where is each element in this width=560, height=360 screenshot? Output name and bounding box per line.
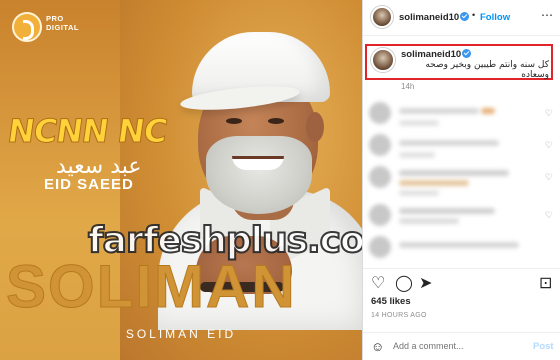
post-header: solimaneid10 • Follow ⋯ <box>363 0 560 36</box>
post-side-panel: solimaneid10 • Follow ⋯ solimaneid10 كل … <box>362 0 560 360</box>
instagram-post-view: PRO DIGITAL NCNN NC عبد سعيد EID SAEED f… <box>0 0 560 360</box>
comment-avatar <box>369 236 391 258</box>
save-icon[interactable]: ⊡ <box>539 273 552 293</box>
list-item: ♡ <box>369 166 555 196</box>
comment-like-icon[interactable]: ♡ <box>545 210 553 221</box>
share-icon[interactable]: ➤ <box>419 273 432 293</box>
comment-text-blurred <box>399 170 509 176</box>
comment-avatar <box>369 134 391 156</box>
emoji-icon[interactable]: ☺ <box>371 339 384 354</box>
comment-meta-blurred <box>399 152 435 158</box>
comment-text-blurred-2 <box>399 218 459 224</box>
image-headline: SOLIMAN <box>6 253 297 321</box>
brand-logo-icon <box>12 12 42 42</box>
post-button[interactable]: Post <box>533 341 554 352</box>
follow-button[interactable]: Follow <box>480 12 510 23</box>
caption-username[interactable]: solimaneid10 <box>401 49 461 60</box>
image-footer-name: SOLIMAN EID <box>125 327 237 341</box>
header-username[interactable]: solimaneid10 <box>399 12 459 23</box>
like-icon[interactable]: ♡ <box>371 273 385 293</box>
list-item: ♡ <box>369 204 555 234</box>
comment-input[interactable] <box>393 341 523 351</box>
artist-name-english: EID SAEED <box>44 176 134 193</box>
verified-badge-icon <box>460 12 469 21</box>
comment-like-icon[interactable]: ♡ <box>545 172 553 183</box>
caption-verified-badge-icon <box>462 49 471 58</box>
avatar[interactable] <box>371 6 393 28</box>
comment-text-blurred <box>399 140 499 146</box>
comment-emoji-blurred <box>481 108 495 114</box>
caption-avatar[interactable] <box>371 48 395 72</box>
comment-icon[interactable]: ◯ <box>395 273 413 293</box>
caption-time: 14h <box>401 82 415 91</box>
comment-text-blurred <box>399 242 519 248</box>
more-options-icon[interactable]: ⋯ <box>541 8 553 22</box>
eye-right <box>268 118 284 124</box>
comment-text-blurred-2 <box>399 180 469 186</box>
eye-left <box>226 118 242 124</box>
list-item <box>369 236 555 266</box>
ear <box>306 112 324 142</box>
add-comment-bar: ☺ Post <box>363 332 560 360</box>
comment-text-blurred <box>399 108 479 114</box>
list-item: ♡ <box>369 102 555 132</box>
comment-meta-blurred <box>399 190 439 196</box>
likes-count[interactable]: 645 likes <box>371 296 411 307</box>
comment-like-icon[interactable]: ♡ <box>545 140 553 151</box>
post-image[interactable]: PRO DIGITAL NCNN NC عبد سعيد EID SAEED f… <box>0 0 362 360</box>
action-bar: ♡ ◯ ➤ ⊡ <box>363 268 560 292</box>
comment-text-blurred <box>399 208 495 214</box>
list-item: ♡ <box>369 134 555 164</box>
brand-line-2: DIGITAL <box>46 23 79 32</box>
brand-text: PRO DIGITAL <box>46 14 79 32</box>
comment-meta-blurred <box>399 120 439 126</box>
comment-avatar <box>369 166 391 188</box>
comment-like-icon[interactable]: ♡ <box>545 108 553 119</box>
brand-line-1: PRO <box>46 14 64 23</box>
smile <box>232 156 284 170</box>
caption-highlight: solimaneid10 كل سنه وانتم طيبين وبخير وص… <box>365 44 553 80</box>
comment-avatar <box>369 102 391 124</box>
comment-avatar <box>369 204 391 226</box>
post-timestamp: 14 HOURS AGO <box>371 312 427 319</box>
dot-separator: • <box>472 10 476 20</box>
caption-text: كل سنه وانتم طيبين وبخير وصحه وسعاده <box>425 60 549 80</box>
beard <box>206 136 312 214</box>
